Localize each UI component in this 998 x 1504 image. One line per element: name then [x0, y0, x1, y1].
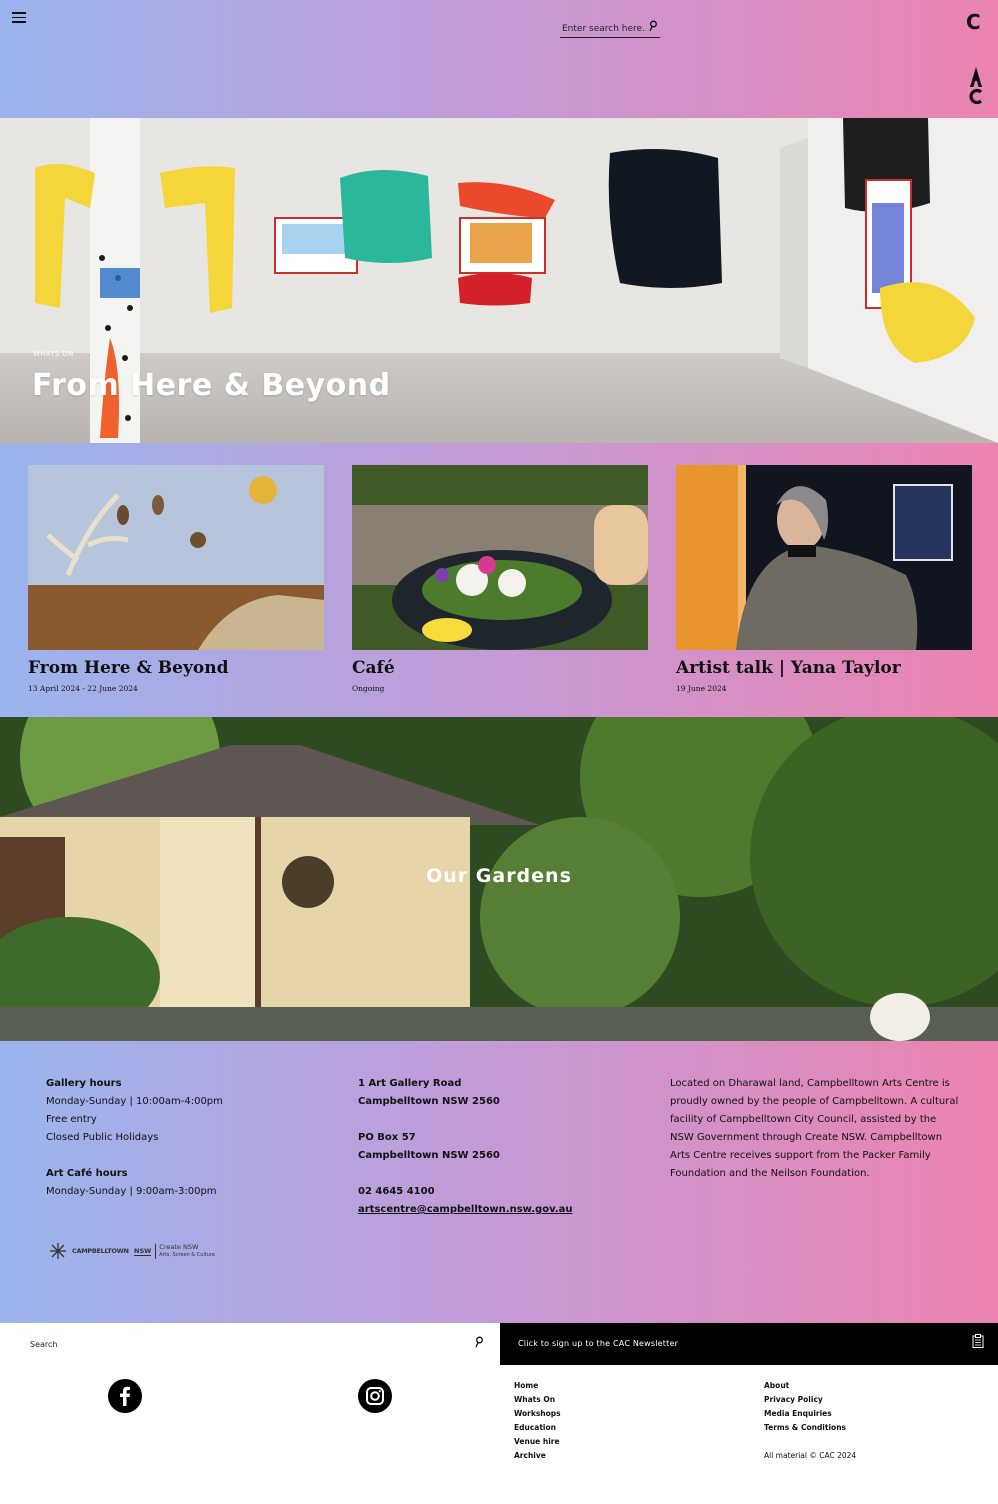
- card-date: 13 April 2024 - 22 June 2024: [28, 684, 138, 693]
- address-column: 1 Art Gallery Road Campbelltown NSW 2560…: [358, 1075, 638, 1219]
- clipboard-icon: [972, 1334, 984, 1348]
- nav-whats-on[interactable]: Whats On: [514, 1393, 561, 1407]
- footer-search: [0, 1323, 500, 1365]
- campbelltown-mark-icon: [50, 1243, 66, 1259]
- card-date: 19 June 2024: [676, 684, 727, 693]
- acknowledgement-column: Located on Dharawal land, Campbelltown A…: [670, 1075, 960, 1183]
- nav-home[interactable]: Home: [514, 1379, 561, 1393]
- nav-education[interactable]: Education: [514, 1421, 561, 1435]
- newsletter-label: Click to sign up to the CAC Newsletter: [518, 1339, 679, 1348]
- campbelltown-logo-text: CAMPBELLTOWN: [72, 1247, 129, 1255]
- nav-archive[interactable]: Archive: [514, 1449, 561, 1463]
- event-card[interactable]: Café Ongoing: [352, 465, 648, 693]
- info-footer: Gallery hours Monday-Sunday | 10:00am-4:…: [0, 1041, 998, 1323]
- hours-column: Gallery hours Monday-Sunday | 10:00am-4:…: [46, 1075, 306, 1201]
- acknowledgement-text: Located on Dharawal land, Campbelltown A…: [670, 1078, 959, 1179]
- bottom-bar: Click to sign up to the CAC Newsletter H…: [0, 1323, 998, 1504]
- gallery-hours: Monday-Sunday | 10:00am-4:00pm: [46, 1096, 223, 1107]
- instagram-icon[interactable]: [358, 1379, 392, 1413]
- hero-title[interactable]: From Here & Beyond: [32, 368, 391, 403]
- hero-kicker: WHATS ON: [33, 350, 74, 358]
- logo-mark[interactable]: C: [966, 10, 981, 34]
- newsletter-signup-button[interactable]: Click to sign up to the CAC Newsletter: [500, 1323, 998, 1365]
- site-header: C: [0, 0, 998, 118]
- facebook-icon[interactable]: [108, 1379, 142, 1413]
- gallery-hours-heading: Gallery hours: [46, 1078, 122, 1089]
- gardens-banner[interactable]: Our Gardens: [0, 717, 998, 1041]
- header-search-input[interactable]: [560, 19, 646, 39]
- free-entry: Free entry: [46, 1114, 97, 1125]
- card-title[interactable]: Café: [352, 658, 648, 678]
- nav-privacy-policy[interactable]: Privacy Policy: [764, 1393, 846, 1407]
- card-title[interactable]: From Here & Beyond: [28, 658, 324, 678]
- nav-workshops[interactable]: Workshops: [514, 1407, 561, 1421]
- footer-nav-primary: Home Whats On Workshops Education Venue …: [514, 1379, 561, 1463]
- card-title[interactable]: Artist talk | Yana Taylor: [676, 658, 972, 678]
- suburb: Campbelltown NSW 2560: [358, 1096, 500, 1107]
- po-suburb: Campbelltown NSW 2560: [358, 1150, 500, 1161]
- hero-banner[interactable]: WHATS ON From Here & Beyond: [0, 118, 998, 443]
- campbelltown-logo[interactable]: CAMPBELLTOWN: [48, 1239, 129, 1263]
- phone-number[interactable]: 02 4645 4100: [358, 1186, 435, 1197]
- footer-search-input[interactable]: [30, 1335, 460, 1353]
- search-icon[interactable]: [474, 1336, 484, 1348]
- card-date: Ongoing: [352, 684, 385, 693]
- event-card[interactable]: From Here & Beyond 13 April 2024 - 22 Ju…: [28, 465, 324, 693]
- cafe-hours: Monday-Sunday | 9:00am-3:00pm: [46, 1186, 217, 1197]
- copyright: All material © CAC 2024: [764, 1451, 857, 1460]
- create-nsw-subtitle: Arts, Screen & Culture: [159, 1251, 215, 1258]
- event-card[interactable]: Artist talk | Yana Taylor 19 June 2024: [676, 465, 972, 693]
- create-nsw-title: Create NSW: [159, 1242, 199, 1251]
- cafe-hours-heading: Art Café hours: [46, 1168, 128, 1179]
- header-search: [560, 16, 660, 39]
- nav-venue-hire[interactable]: Venue hire: [514, 1435, 561, 1449]
- closed-days: Closed Public Holidays: [46, 1132, 159, 1143]
- street-address: 1 Art Gallery Road: [358, 1078, 462, 1089]
- nav-about[interactable]: About: [764, 1379, 846, 1393]
- nav-terms[interactable]: Terms & Conditions: [764, 1421, 846, 1435]
- po-box: PO Box 57: [358, 1132, 416, 1143]
- create-nsw-logo[interactable]: NSW Create NSW Arts, Screen & Culture: [134, 1239, 215, 1263]
- card-image: [28, 465, 324, 650]
- nsw-logo-text: NSW: [134, 1246, 152, 1256]
- gardens-title[interactable]: Our Gardens: [0, 865, 998, 887]
- featured-cards: From Here & Beyond 13 April 2024 - 22 Ju…: [0, 443, 998, 717]
- footer-nav-secondary: About Privacy Policy Media Enquiries Ter…: [764, 1379, 846, 1435]
- nav-media-enquiries[interactable]: Media Enquiries: [764, 1407, 846, 1421]
- email-link[interactable]: artscentre@campbelltown.nsw.gov.au: [358, 1204, 572, 1215]
- card-image: [676, 465, 972, 650]
- cac-logo[interactable]: [966, 65, 986, 105]
- card-image: [352, 465, 648, 650]
- menu-icon[interactable]: [12, 12, 26, 24]
- search-icon[interactable]: [648, 20, 658, 32]
- create-nsw-text: Create NSW Arts, Screen & Culture: [155, 1242, 215, 1259]
